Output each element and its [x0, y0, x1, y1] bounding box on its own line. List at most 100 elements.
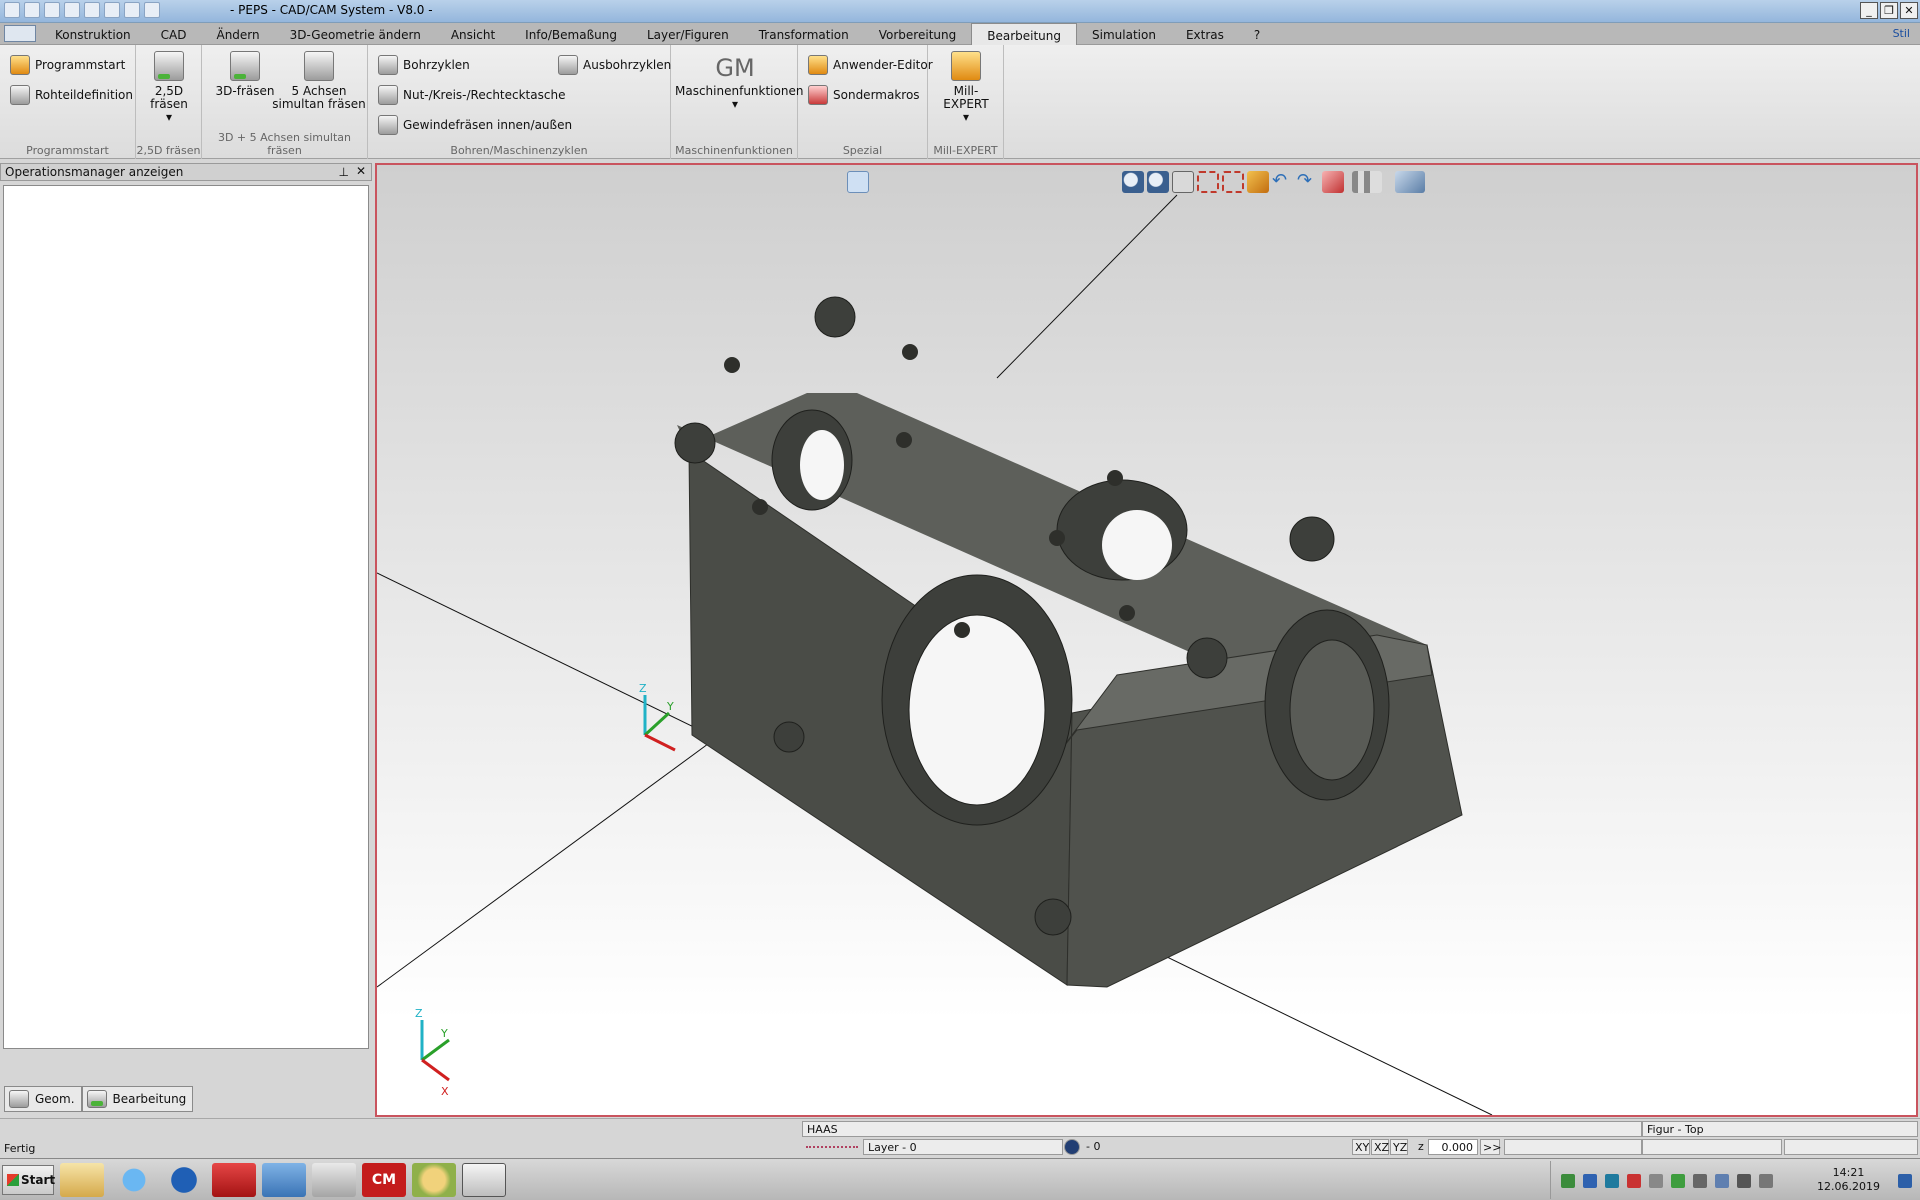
corner-hole	[814, 296, 856, 338]
milling-3d-icon	[230, 51, 260, 81]
5-achsen-button[interactable]: 5 Achsen simultan fräsen	[272, 51, 366, 111]
tab-cad[interactable]: CAD	[146, 23, 202, 45]
ausbohrzyklen-button[interactable]: Ausbohrzyklen	[558, 55, 671, 75]
gewindefraesen-button[interactable]: Gewindefräsen innen/außen	[378, 115, 572, 135]
clock[interactable]: 14:21 12.06.2019	[1817, 1166, 1880, 1194]
print-icon[interactable]	[144, 2, 160, 18]
plane-xy-button[interactable]: XY	[1352, 1139, 1370, 1155]
status-empty-field	[1784, 1139, 1918, 1155]
programmstart-button[interactable]: Programmstart	[10, 55, 125, 75]
tray-flag-icon[interactable]	[1737, 1174, 1751, 1188]
view-z-label: Z	[415, 1007, 423, 1020]
ribbon: Programmstart Rohteildefinition Programm…	[0, 45, 1920, 159]
tray-keyboard-icon[interactable]	[1693, 1174, 1707, 1188]
restore-button[interactable]: ❐	[1880, 2, 1898, 19]
small-hole	[954, 622, 970, 638]
thread-icon	[378, 115, 398, 135]
anwender-editor-button[interactable]: Anwender-Editor	[808, 55, 933, 75]
corner-hole	[1289, 516, 1335, 562]
calculator-icon[interactable]	[312, 1163, 356, 1197]
edit-pencil-icon[interactable]	[104, 2, 120, 18]
pen-icon[interactable]	[1064, 1139, 1080, 1155]
more-button[interactable]: >>	[1480, 1139, 1501, 1155]
tray-print-icon[interactable]	[1649, 1174, 1663, 1188]
origin-y-label: Y	[666, 700, 674, 713]
magic-wand-icon	[951, 51, 981, 81]
tab-layer-figuren[interactable]: Layer/Figuren	[632, 23, 744, 45]
tab-konstruktion[interactable]: Konstruktion	[40, 23, 146, 45]
open-folder-icon[interactable]	[44, 2, 60, 18]
tab-panel-bearbeitung[interactable]: Bearbeitung	[81, 1086, 194, 1112]
bohrzyklen-button[interactable]: Bohrzyklen	[378, 55, 470, 75]
camman-icon[interactable]: CM	[362, 1163, 406, 1197]
pdf-reader-icon[interactable]	[212, 1163, 256, 1197]
mill-expert-button[interactable]: Mill-EXPERT ▾	[934, 51, 998, 124]
geometry-icon	[9, 1090, 29, 1108]
rohteildefinition-button[interactable]: Rohteildefinition	[10, 85, 133, 105]
tab-vorbereitung[interactable]: Vorbereitung	[864, 23, 971, 45]
peps-app-icon[interactable]	[462, 1163, 506, 1197]
2-5d-fraesen-button[interactable]: 2,5D fräsen ▾	[146, 51, 192, 124]
explorer-folder-icon[interactable]	[60, 1163, 104, 1197]
editor-pencil-icon	[808, 55, 828, 75]
tab-geom[interactable]: Geom.	[4, 1086, 82, 1112]
paint-icon[interactable]	[412, 1163, 456, 1197]
3d-fraesen-button[interactable]: 3D-fräsen	[212, 51, 278, 98]
app-logo-icon[interactable]	[4, 2, 20, 18]
milling-2-5d-icon	[154, 51, 184, 81]
tray-volume-icon[interactable]	[1759, 1174, 1773, 1188]
browser-icon[interactable]	[162, 1163, 206, 1197]
tray-sync-icon[interactable]	[1605, 1174, 1619, 1188]
save-icon[interactable]	[64, 2, 80, 18]
start-button[interactable]: Start	[2, 1165, 55, 1195]
3d-viewport[interactable]: ↶ ↷ Z Y Z Y X	[375, 163, 1918, 1117]
plane-yz-button[interactable]: YZ	[1390, 1139, 1408, 1155]
group-2-5d-fraesen: 2,5D fräsen ▾ 2,5D fräsen	[136, 45, 202, 159]
tab-info-bemassung[interactable]: Info/Bemaßung	[510, 23, 632, 45]
nut-tasche-button[interactable]: Nut-/Kreis-/Rechtecktasche	[378, 85, 565, 105]
layer-field[interactable]: Layer - 0	[863, 1139, 1063, 1155]
tools-icon[interactable]	[84, 2, 100, 18]
pin-icon[interactable]: ⊥	[339, 165, 349, 179]
tab-help[interactable]: ?	[1239, 23, 1275, 45]
tray-network-icon[interactable]	[1561, 1174, 1575, 1188]
corner-hole	[1186, 637, 1228, 679]
machined-part[interactable]	[674, 296, 1463, 988]
close-button[interactable]: ✕	[1900, 2, 1918, 19]
new-file-icon[interactable]	[24, 2, 40, 18]
tab-bearbeitung[interactable]: Bearbeitung	[971, 23, 1078, 45]
operations-tree[interactable]	[3, 185, 369, 1049]
sondermakros-button[interactable]: Sondermakros	[808, 85, 920, 105]
tab-aendern[interactable]: Ändern	[201, 23, 274, 45]
tab-ansicht[interactable]: Ansicht	[436, 23, 510, 45]
tab-transformation[interactable]: Transformation	[744, 23, 864, 45]
show-desktop-icon[interactable]	[1898, 1174, 1912, 1188]
plane-xz-button[interactable]: XZ	[1371, 1139, 1389, 1155]
line-style-indicator	[802, 1139, 862, 1155]
macro-icon	[808, 85, 828, 105]
origin-axis-triad: Z Y	[639, 682, 676, 752]
figure-field: Figur - Top	[1642, 1121, 1918, 1137]
tray-device-icon[interactable]	[1715, 1174, 1729, 1188]
internet-explorer-icon[interactable]	[112, 1163, 156, 1197]
tray-nvidia-icon[interactable]	[1671, 1174, 1685, 1188]
maschinenfunktionen-button[interactable]: GM Maschinenfunktionen ▾	[675, 51, 803, 111]
tab-3d-geometrie[interactable]: 3D-Geometrie ändern	[275, 23, 436, 45]
block-icon	[10, 85, 30, 105]
left-bore-opening	[800, 430, 844, 500]
minimize-button[interactable]: _	[1860, 2, 1878, 19]
style-menu[interactable]: Stil	[1893, 27, 1910, 40]
panel-close-icon[interactable]: ✕	[356, 164, 366, 178]
tab-extras[interactable]: Extras	[1171, 23, 1239, 45]
export-icon[interactable]	[124, 2, 140, 18]
tab-simulation[interactable]: Simulation	[1077, 23, 1171, 45]
tray-shield-icon[interactable]	[1627, 1174, 1641, 1188]
application-menu-button[interactable]	[4, 25, 36, 42]
notepad-icon[interactable]	[262, 1163, 306, 1197]
small-hole	[1119, 605, 1135, 621]
view-y-label: Y	[440, 1027, 448, 1040]
pocket-icon	[378, 85, 398, 105]
small-hole	[724, 357, 740, 373]
z-value-input[interactable]: 0.000	[1428, 1139, 1478, 1155]
tray-monitor-icon[interactable]	[1583, 1174, 1597, 1188]
